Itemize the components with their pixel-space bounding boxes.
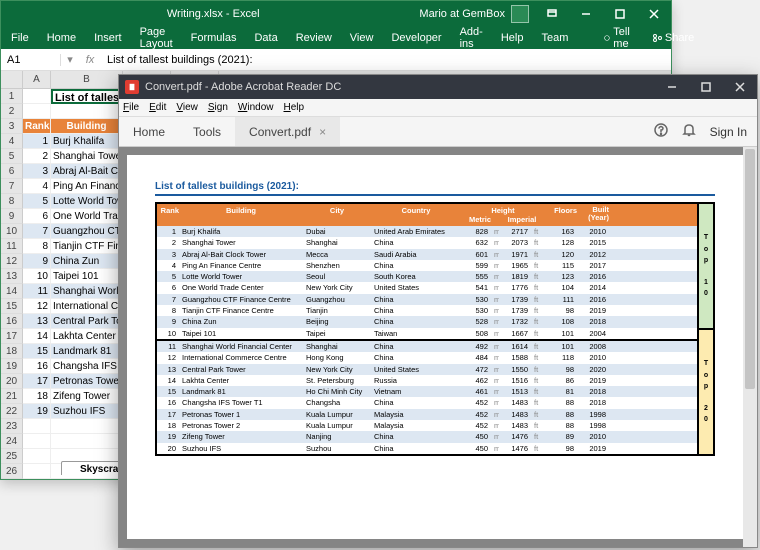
scrollbar-thumb[interactable]: [745, 149, 755, 389]
table-row: 18Petronas Tower 2Kuala LumpurMalaysia45…: [157, 420, 697, 431]
menu-help[interactable]: Help: [284, 102, 305, 113]
acrobat-titlebar: Convert.pdf - Adobe Acrobat Reader DC: [119, 75, 757, 99]
excel-user[interactable]: Mario at GemBox: [413, 5, 535, 23]
ribbon-add-ins[interactable]: Add-ins: [460, 26, 483, 50]
share-button[interactable]: Share: [652, 32, 694, 44]
ribbon-home[interactable]: Home: [47, 32, 76, 44]
table-row: 8Tianjin CTF Finance CentreTianjinChina5…: [157, 305, 697, 316]
pdf-page: List of tallest buildings (2021): RankBu…: [127, 155, 743, 539]
menu-file[interactable]: File: [123, 102, 139, 113]
table-row: 5Lotte World TowerSeoulSouth Korea555m18…: [157, 271, 697, 282]
table-row: 10Taipei 101TaipeiTaiwan508m1667ft101200…: [157, 328, 697, 341]
formula-bar: A1 ▾ fx List of tallest buildings (2021)…: [1, 49, 671, 71]
formula-value[interactable]: List of tallest buildings (2021):: [101, 54, 259, 66]
table-row: 13Central Park TowerNew York CityUnited …: [157, 364, 697, 375]
maximize-icon[interactable]: [689, 75, 723, 99]
table-row: 20Suzhou IFSSuzhouChina450m1476ft982019: [157, 443, 697, 454]
row-headers[interactable]: 1234567891011121314151617181920212223242…: [1, 89, 23, 479]
ribbon-developer[interactable]: Developer: [391, 32, 441, 44]
side-labels: Top10 Top20: [699, 202, 715, 456]
table-row: 4Ping An Finance CentreShenzhenChina599m…: [157, 260, 697, 271]
close-tab-icon[interactable]: ×: [319, 125, 326, 139]
table-row: 17Petronas Tower 1Kuala LumpurMalaysia45…: [157, 409, 697, 420]
table-row: 3Abraj Al-Bait Clock TowerMeccaSaudi Ara…: [157, 249, 697, 260]
tab-document[interactable]: Convert.pdf×: [235, 117, 340, 146]
ribbon-page-layout[interactable]: Page Layout: [140, 26, 173, 50]
name-box[interactable]: A1: [1, 54, 61, 66]
minimize-icon[interactable]: [655, 75, 689, 99]
menu-window[interactable]: Window: [238, 102, 274, 113]
tab-tools[interactable]: Tools: [179, 117, 235, 146]
acrobat-menubar: File Edit View Sign Window Help: [119, 99, 757, 117]
close-icon[interactable]: [637, 1, 671, 27]
table-row: 2Shanghai TowerShanghaiChina632m2073ft12…: [157, 237, 697, 248]
table-row: 16Changsha IFS Tower T1ChangshaChina452m…: [157, 397, 697, 408]
ribbon-insert[interactable]: Insert: [94, 32, 122, 44]
ribbon-team[interactable]: Team: [541, 32, 568, 44]
acrobat-icon: [125, 80, 139, 94]
table-row: 1Burj KhalifaDubaiUnited Arab Emirates82…: [157, 226, 697, 237]
table-row: 11Shanghai World Financial CenterShangha…: [157, 341, 697, 352]
tell-me[interactable]: Tell me: [604, 26, 634, 50]
excel-titlebar: Writing.xlsx - Excel Mario at GemBox: [1, 1, 671, 27]
buildings-table: RankBuildingCityCountryHeightMetricImper…: [155, 202, 699, 456]
excel-title: Writing.xlsx - Excel: [13, 8, 413, 20]
close-icon[interactable]: [723, 75, 757, 99]
table-row: 7Guangzhou CTF Finance CentreGuangzhouCh…: [157, 294, 697, 305]
menu-edit[interactable]: Edit: [149, 102, 166, 113]
tab-home[interactable]: Home: [119, 117, 179, 146]
menu-sign[interactable]: Sign: [208, 102, 228, 113]
label-top20: Top20: [699, 330, 713, 456]
acrobat-tabs: Home Tools Convert.pdf× Sign In: [119, 117, 757, 147]
ribbon-review[interactable]: Review: [296, 32, 332, 44]
ribbon-data[interactable]: Data: [254, 32, 277, 44]
menu-view[interactable]: View: [176, 102, 198, 113]
minimize-icon[interactable]: [569, 1, 603, 27]
table-row: 12International Commerce CentreHong Kong…: [157, 352, 697, 363]
excel-ribbon: File Home Insert Page Layout Formulas Data Rev…: [1, 27, 671, 49]
ribbon-file[interactable]: File: [11, 32, 29, 44]
label-top10: Top10: [699, 204, 713, 330]
name-box-dropdown-icon[interactable]: ▾: [61, 53, 79, 66]
signin-button[interactable]: Sign In: [710, 125, 747, 139]
table-row: 15Landmark 81Ho Chi Minh CityVietnam461m…: [157, 386, 697, 397]
maximize-icon[interactable]: [603, 1, 637, 27]
scrollbar[interactable]: [743, 147, 757, 547]
ribbon-view[interactable]: View: [350, 32, 374, 44]
fx-icon[interactable]: fx: [79, 54, 101, 66]
ribbon-options-icon[interactable]: [535, 1, 569, 27]
acrobat-title: Convert.pdf - Adobe Acrobat Reader DC: [145, 81, 341, 93]
avatar[interactable]: [511, 5, 529, 23]
ribbon-help[interactable]: Help: [501, 32, 524, 44]
table-row: 6One World Trade CenterNew York CityUnit…: [157, 282, 697, 293]
table-row: 9China ZunBeijingChina528m1732ft1082018: [157, 316, 697, 327]
acrobat-viewport: List of tallest buildings (2021): RankBu…: [119, 147, 757, 547]
help-icon[interactable]: [654, 123, 668, 140]
table-row: 14Lakhta CenterSt. PetersburgRussia462m1…: [157, 375, 697, 386]
page-title: List of tallest buildings (2021):: [155, 181, 715, 196]
table-row: 19Zifeng TowerNanjingChina450m1476ft8920…: [157, 431, 697, 442]
ribbon-formulas[interactable]: Formulas: [191, 32, 237, 44]
bell-icon[interactable]: [682, 123, 696, 140]
acrobat-window: Convert.pdf - Adobe Acrobat Reader DC Fi…: [118, 74, 758, 548]
